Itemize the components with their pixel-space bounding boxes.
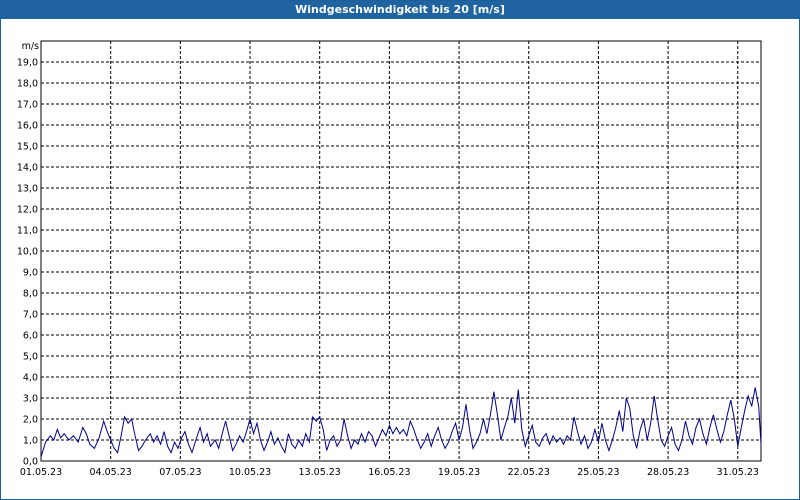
y-tick-label: 12,0 [17, 205, 38, 216]
y-tick-label: 7,0 [23, 310, 38, 321]
y-tick-label: 4,0 [23, 373, 38, 384]
x-tick-label: 31.05.23 [717, 467, 759, 478]
y-tick-label: 5,0 [23, 352, 38, 363]
y-tick-label: 16,0 [17, 121, 38, 132]
y-axis-unit-label: m/s [22, 41, 39, 52]
x-tick-label: 01.05.23 [20, 467, 62, 478]
x-tick-label: 22.05.23 [508, 467, 550, 478]
x-tick-label: 10.05.23 [229, 467, 271, 478]
grid-lines [41, 41, 761, 461]
y-tick-label: 11,0 [17, 226, 38, 237]
x-tick-label: 28.05.23 [647, 467, 689, 478]
y-tick-label: 6,0 [23, 331, 38, 342]
x-tick-label: 07.05.23 [159, 467, 201, 478]
x-tick-label: 19.05.23 [438, 467, 480, 478]
y-tick-label: 14,0 [17, 163, 38, 174]
y-tick-label: 15,0 [17, 142, 38, 153]
y-tick-label: 2,0 [23, 415, 38, 426]
x-tick-label: 04.05.23 [90, 467, 132, 478]
y-tick-label: 10,0 [17, 247, 38, 258]
y-tick-label: 18,0 [17, 79, 38, 90]
y-tick-label: 17,0 [17, 100, 38, 111]
y-tick-label: 1,0 [23, 436, 38, 447]
x-tick-label: 13.05.23 [299, 467, 341, 478]
x-axis-ticks: 01.05.23 04.05.23 07.05.23 10.05.23 13.05.23… [20, 467, 759, 478]
y-tick-label: 19,0 [17, 58, 38, 69]
y-tick-label: 9,0 [23, 268, 38, 279]
y-tick-label: 3,0 [23, 394, 38, 405]
chart-window: Windgeschwindigkeit bis 20 [m/s] m/s 0,0… [0, 0, 800, 500]
x-tick-label: 16.05.23 [368, 467, 410, 478]
wind-speed-chart: m/s 0,0 1,0 2,0 3,0 4,0 5,0 6,0 7,0 8,0 9,0 10,0 11… [17, 40, 762, 478]
y-tick-label: 8,0 [23, 289, 38, 300]
y-axis-ticks: 0,0 1,0 2,0 3,0 4,0 5,0 6,0 7,0 8,0 9,0 10,0 11,0 12… [17, 58, 38, 468]
y-tick-label: 0,0 [23, 457, 38, 468]
y-tick-label: 13,0 [17, 184, 38, 195]
x-tick-label: 25.05.23 [577, 467, 619, 478]
